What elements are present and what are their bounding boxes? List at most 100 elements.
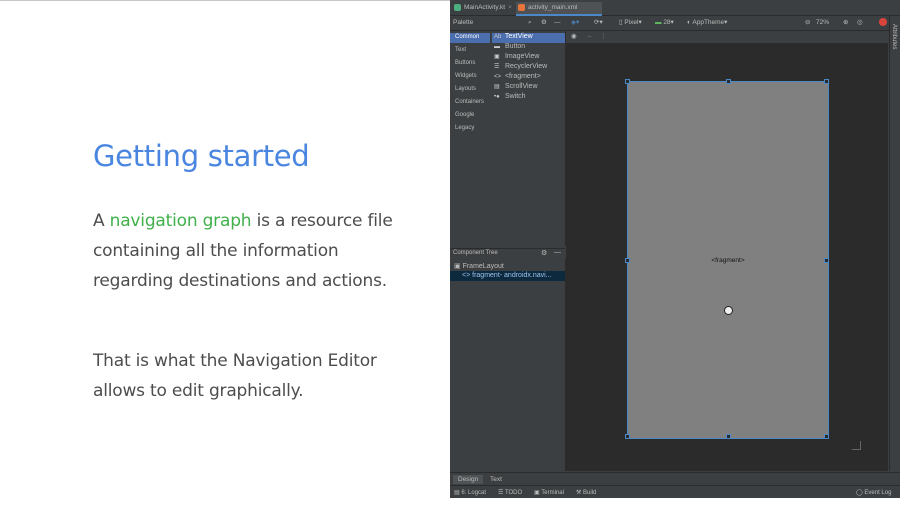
palette-panel: Common Text Buttons Widgets Layouts Cont… — [450, 31, 566, 246]
scrollview-icon: ▤ — [494, 84, 500, 90]
resize-handle[interactable] — [625, 79, 630, 84]
palette-category-widgets[interactable]: Widgets — [455, 73, 477, 79]
attributes-side-tab[interactable]: Attributes — [889, 16, 900, 471]
tree-node-label: FrameLayout — [462, 263, 504, 270]
palette-item-label: ScrollView — [504, 83, 538, 90]
palette-item-button[interactable]: ▬ Button — [494, 43, 525, 50]
palette-item-fragment[interactable]: <> <fragment> — [494, 73, 541, 80]
framelayout-icon: ▣ — [454, 263, 461, 270]
api-level: 28 — [663, 19, 671, 26]
palette-item-label: <fragment> — [504, 73, 541, 80]
textview-icon: Ab — [494, 34, 502, 40]
palette-category-text[interactable]: Text — [455, 47, 466, 53]
recyclerview-icon: ☰ — [494, 64, 500, 70]
eye-icon[interactable]: ◉ — [571, 32, 577, 42]
para1-prefix: A — [93, 211, 110, 231]
tree-node-fragment[interactable]: <> fragment- androidx.navi... — [462, 272, 552, 279]
design-surface-icon[interactable]: ◈▾ — [571, 18, 579, 28]
tree-node-label: fragment- androidx.navi... — [472, 272, 552, 279]
navigation-graph-highlight: navigation graph — [109, 211, 252, 231]
todo-label: TODO — [504, 490, 523, 496]
fragment-label: <fragment> — [711, 257, 745, 264]
logcat-button[interactable]: ▤ 6: Logcat — [454, 489, 486, 496]
component-tree-panel: ▣ FrameLayout <> fragment- androidx.navi… — [450, 259, 566, 471]
event-log-label: Event Log — [864, 490, 892, 496]
palette-category-common[interactable]: Common — [455, 34, 479, 40]
terminal-label: Terminal — [541, 490, 564, 496]
search-icon[interactable]: ⌕ — [528, 18, 532, 28]
palette-item-switch[interactable]: •● Switch — [494, 93, 526, 100]
margin-icon[interactable]: ⇔ — [586, 32, 593, 42]
slide-text-panel: Getting started A navigation graph is a … — [0, 0, 450, 512]
zoom-level: 72% — [816, 19, 830, 26]
device-preview-fragment[interactable]: <fragment> — [625, 79, 829, 439]
fragment-icon: <> — [494, 74, 502, 80]
theme-selector[interactable]: ◐ AppTheme▾ — [687, 18, 727, 28]
palette-item-textview[interactable]: Ab TextView — [494, 33, 533, 40]
android-studio-window: MainActivity.kt × activity_main.xml Palet… — [450, 0, 900, 498]
todo-button[interactable]: ☰ TODO — [498, 489, 522, 496]
palette-category-google[interactable]: Google — [455, 112, 474, 118]
gear-icon[interactable]: ⚙ — [541, 18, 547, 28]
minimize-icon[interactable]: — — [554, 18, 561, 28]
component-tree-header: Component Tree ⚙ — — [450, 248, 565, 259]
palette-item-scrollview[interactable]: ▤ ScrollView — [494, 83, 538, 90]
palette-item-recyclerview[interactable]: ☰ RecyclerView — [494, 63, 547, 70]
switch-icon: •● — [494, 94, 500, 100]
resize-handle[interactable] — [726, 434, 731, 439]
palette-item-label: RecyclerView — [504, 63, 548, 70]
editor-paragraph: That is what the Navigation Editor allow… — [93, 351, 377, 401]
palette-category-layouts[interactable]: Layouts — [455, 86, 476, 92]
event-log-button[interactable]: ◯ Event Log — [856, 489, 891, 496]
attributes-tab-label: Attributes — [891, 24, 897, 50]
layout-editor-toolbar: Palette ⌕ ⚙ — ◈▾ ⟳▾ ▯ Pixel▾ ▬ 28▾ ◐ App… — [450, 16, 900, 31]
palette-item-imageview[interactable]: ▣ ImageView — [494, 53, 539, 60]
palette-item-label: TextView — [504, 33, 533, 40]
minimize-icon[interactable]: — — [554, 249, 561, 256]
tab-mainactivity[interactable]: MainActivity.kt × — [452, 2, 524, 14]
resize-handle[interactable] — [824, 434, 829, 439]
android-icon: ▬ — [655, 19, 662, 26]
tab-label: activity_main.xml — [528, 4, 578, 11]
zoom-out-icon[interactable]: ⊖ — [805, 18, 810, 28]
error-indicator-icon[interactable] — [879, 18, 887, 26]
tab-activity-main-xml[interactable]: activity_main.xml — [516, 2, 602, 16]
slide-title: Getting started — [93, 139, 310, 173]
design-canvas[interactable]: ◉ ⇔ ⋮ <fragment> — [566, 31, 888, 471]
orientation-icon[interactable]: ⟳▾ — [594, 18, 603, 28]
build-button[interactable]: ⚒ Build — [576, 489, 596, 496]
tool-window-bar: ▤ 6: Logcat ☰ TODO ▣ Terminal ⚒ Build ◯ … — [450, 485, 900, 498]
resize-handle[interactable] — [726, 79, 731, 84]
canvas-resize-grip-icon[interactable] — [852, 441, 861, 450]
logcat-label: 6: Logcat — [461, 490, 487, 496]
theme-name: AppTheme — [692, 19, 725, 26]
tree-node-framelayout[interactable]: ▣ FrameLayout — [454, 262, 504, 270]
design-text-mode-bar: Design Text — [450, 472, 900, 485]
fragment-icon: <> — [462, 272, 471, 279]
button-icon: ▬ — [494, 44, 500, 50]
kotlin-file-icon — [454, 4, 461, 11]
component-tree-title: Component Tree — [453, 250, 498, 256]
close-icon[interactable]: × — [508, 4, 512, 11]
zoom-in-icon[interactable]: ⊕ — [843, 18, 848, 28]
tab-text[interactable]: Text — [485, 475, 507, 484]
guidelines-icon[interactable]: ⋮ — [600, 32, 607, 42]
xml-file-icon — [518, 4, 525, 11]
palette-item-label: ImageView — [504, 53, 540, 60]
editor-tab-bar: MainActivity.kt × activity_main.xml — [450, 0, 900, 16]
palette-item-label: Button — [504, 43, 526, 50]
device-selector[interactable]: ▯ Pixel▾ — [619, 18, 642, 28]
resize-handle[interactable] — [625, 434, 630, 439]
resize-handle[interactable] — [824, 79, 829, 84]
palette-category-legacy[interactable]: Legacy — [455, 125, 474, 131]
zoom-fit-icon[interactable]: ◎ — [857, 18, 863, 28]
mouse-cursor-icon — [724, 306, 733, 315]
palette-category-containers[interactable]: Containers — [455, 99, 484, 105]
build-label: Build — [583, 490, 597, 496]
api-selector[interactable]: ▬ 28▾ — [655, 18, 674, 28]
tab-design[interactable]: Design — [453, 475, 484, 484]
palette-category-buttons[interactable]: Buttons — [455, 60, 475, 66]
imageview-icon: ▣ — [494, 54, 500, 60]
terminal-button[interactable]: ▣ Terminal — [534, 489, 564, 496]
gear-icon[interactable]: ⚙ — [541, 249, 547, 257]
